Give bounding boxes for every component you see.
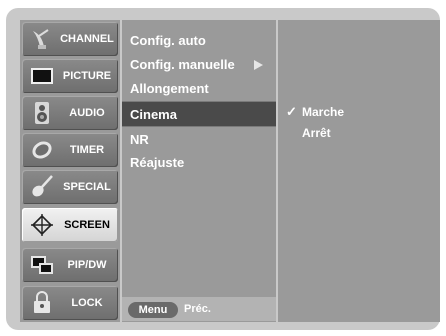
sidebar-item-label: CHANNEL (60, 33, 114, 45)
sidebar-item-channel[interactable]: CHANNEL (22, 22, 118, 56)
guitar-icon (30, 175, 54, 199)
submenu-arrow-icon (254, 60, 263, 70)
option-marche[interactable]: Marche (302, 105, 344, 119)
sidebar-item-lock[interactable]: LOCK (22, 286, 118, 320)
menu-item-label: Config. manuelle (130, 57, 235, 72)
menu-item-label: NR (130, 132, 149, 147)
menu-item-config-auto[interactable]: Config. auto (122, 28, 276, 52)
sidebar-item-timer[interactable]: TIMER (22, 133, 118, 167)
sidebar-item-label: SPECIAL (63, 181, 111, 193)
sidebar-item-label: AUDIO (69, 107, 105, 119)
menu-item-label: Config. auto (130, 33, 206, 48)
screen-menu: Config. auto Config. manuelle Allongemen… (122, 20, 276, 322)
sidebar-item-label: PIP/DW (67, 259, 107, 271)
menu-item-cinema[interactable]: Cinema (122, 102, 276, 126)
menu-item-label: Cinema (130, 107, 177, 122)
lock-icon (30, 291, 54, 315)
menu-item-label: Allongement (130, 81, 209, 96)
speaker-icon (30, 101, 54, 125)
sidebar-item-screen[interactable]: SCREEN (22, 208, 118, 242)
sidebar-item-label: LOCK (71, 297, 103, 309)
sidebar-item-audio[interactable]: AUDIO (22, 96, 118, 130)
tv-screen-icon (30, 64, 54, 88)
menu-item-nr[interactable]: NR (122, 127, 276, 151)
sidebar: CHANNEL PICTURE AUDIO TIMER SPECIAL SCRE… (20, 20, 120, 322)
menu-item-allongement[interactable]: Allongement (122, 76, 276, 100)
menu-item-label: Réajuste (130, 155, 185, 170)
menu-item-config-manuelle[interactable]: Config. manuelle (122, 52, 276, 76)
satellite-dish-icon (30, 27, 54, 51)
menu-item-reajuste[interactable]: Réajuste (122, 150, 276, 174)
back-label: Préc. (184, 303, 211, 315)
sidebar-item-pip-dw[interactable]: PIP/DW (22, 248, 118, 282)
menu-button[interactable]: Menu (128, 302, 178, 318)
sidebar-item-label: TIMER (69, 144, 105, 156)
sidebar-item-label: SCREEN (64, 219, 110, 231)
sidebar-item-label: PICTURE (62, 70, 112, 82)
option-arret[interactable]: Arrêt (302, 126, 331, 140)
sidebar-item-special[interactable]: SPECIAL (22, 170, 118, 204)
sidebar-item-picture[interactable]: PICTURE (22, 59, 118, 93)
pip-icon (30, 253, 54, 277)
menu-footer: Menu Préc. (122, 297, 276, 321)
screen-adjust-icon (30, 213, 54, 237)
clock-icon (30, 138, 54, 162)
cinema-options: ✓ Marche Arrêt (278, 20, 440, 322)
check-icon: ✓ (286, 104, 297, 119)
